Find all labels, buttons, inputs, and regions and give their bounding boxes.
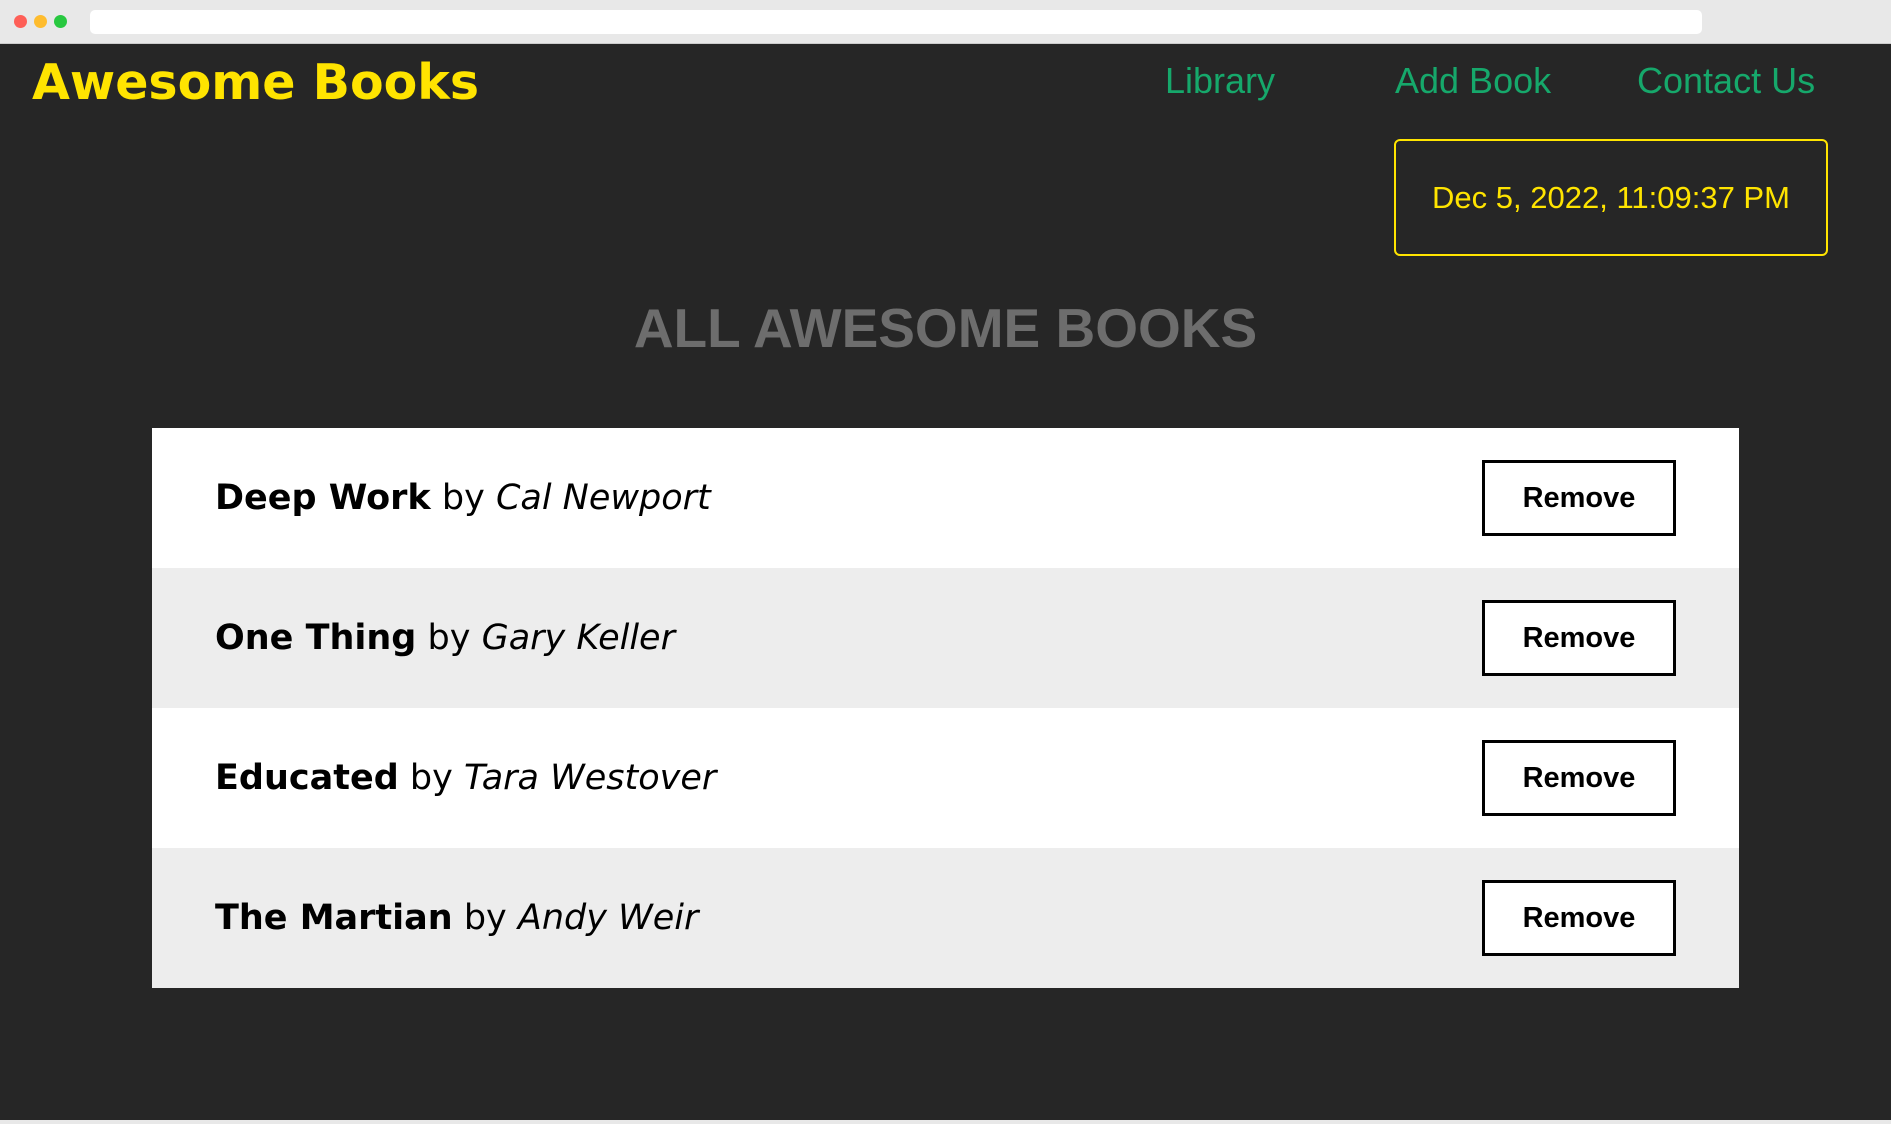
book-row: One Thing by Gary Keller Remove — [152, 568, 1739, 708]
book-list: Deep Work by Cal Newport Remove One Thing… — [152, 428, 1739, 988]
book-row: The Martian by Andy Weir Remove — [152, 848, 1739, 988]
nav-contact-us[interactable]: Contact Us — [1637, 60, 1815, 102]
book-author: Andy Weir — [517, 898, 699, 938]
book-title: Educated — [215, 758, 399, 798]
book-entry: Educated by Tara Westover — [215, 758, 716, 798]
book-title: The Martian — [215, 898, 453, 938]
book-title: One Thing — [215, 618, 417, 658]
book-entry: Deep Work by Cal Newport — [215, 478, 711, 518]
remove-button[interactable]: Remove — [1482, 600, 1676, 676]
by-label: by — [463, 898, 507, 938]
address-bar[interactable] — [90, 10, 1702, 34]
by-label: by — [427, 618, 471, 658]
by-label: by — [409, 758, 453, 798]
page: Awesome Books Library Add Book Contact U… — [0, 44, 1891, 1120]
nav-add-book[interactable]: Add Book — [1395, 60, 1551, 102]
browser-chrome — [0, 0, 1891, 44]
date-display: Dec 5, 2022, 11:09:37 PM — [1394, 139, 1828, 256]
book-entry: One Thing by Gary Keller — [215, 618, 675, 658]
page-heading: ALL AWESOME BOOKS — [633, 297, 1258, 359]
book-author: Tara Westover — [464, 758, 717, 798]
minimize-window-icon[interactable] — [34, 15, 47, 28]
by-label: by — [441, 478, 485, 518]
book-author: Gary Keller — [481, 618, 675, 658]
book-author: Cal Newport — [495, 478, 711, 518]
remove-button[interactable]: Remove — [1482, 460, 1676, 536]
book-row: Educated by Tara Westover Remove — [152, 708, 1739, 848]
book-title: Deep Work — [215, 478, 431, 518]
book-row: Deep Work by Cal Newport Remove — [152, 428, 1739, 568]
close-window-icon[interactable] — [14, 15, 27, 28]
remove-button[interactable]: Remove — [1482, 880, 1676, 956]
book-entry: The Martian by Andy Weir — [215, 898, 698, 938]
site-title: Awesome Books — [32, 54, 480, 111]
nav-library[interactable]: Library — [1165, 60, 1275, 102]
remove-button[interactable]: Remove — [1482, 740, 1676, 816]
maximize-window-icon[interactable] — [54, 15, 67, 28]
